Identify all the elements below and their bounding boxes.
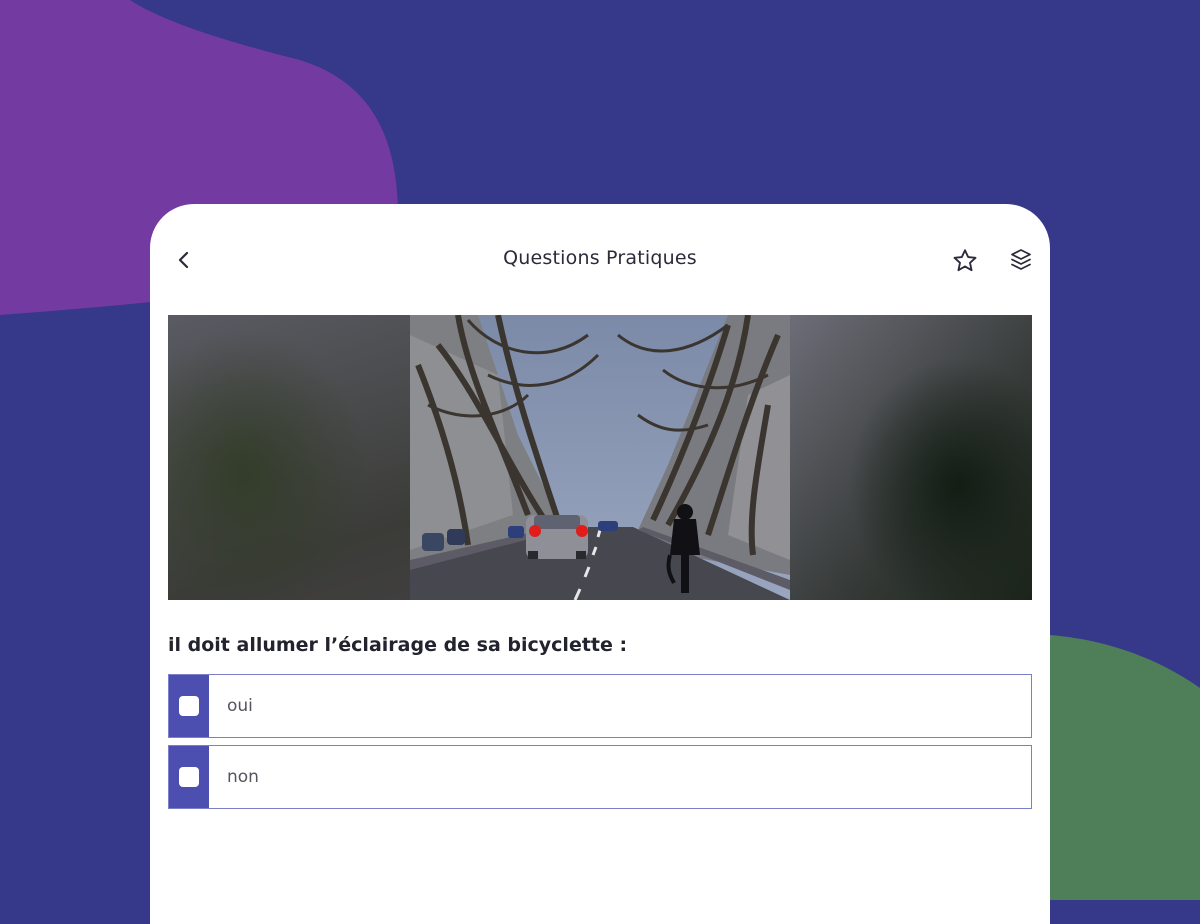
layers-icon <box>1011 249 1031 270</box>
checkbox[interactable] <box>179 696 199 716</box>
page-title: Questions Pratiques <box>503 247 697 269</box>
question-image <box>168 315 1032 600</box>
favorite-button[interactable] <box>948 244 982 278</box>
top-bar: Questions Pratiques <box>150 204 1050 314</box>
checkbox[interactable] <box>179 767 199 787</box>
layers-button[interactable] <box>1006 244 1036 278</box>
question-card: Questions Pratiques il doit allumer l’éc… <box>150 204 1050 924</box>
question-text: il doit allumer l’éclairage de sa bicycl… <box>168 634 628 656</box>
answer-label: non <box>227 767 259 787</box>
street-scene-illustration <box>168 315 1032 600</box>
star-icon <box>953 249 977 272</box>
answer-option-oui[interactable]: oui <box>168 674 1032 738</box>
answer-label: oui <box>227 696 253 716</box>
answer-option-non[interactable]: non <box>168 745 1032 809</box>
green-blob <box>1050 635 1200 900</box>
